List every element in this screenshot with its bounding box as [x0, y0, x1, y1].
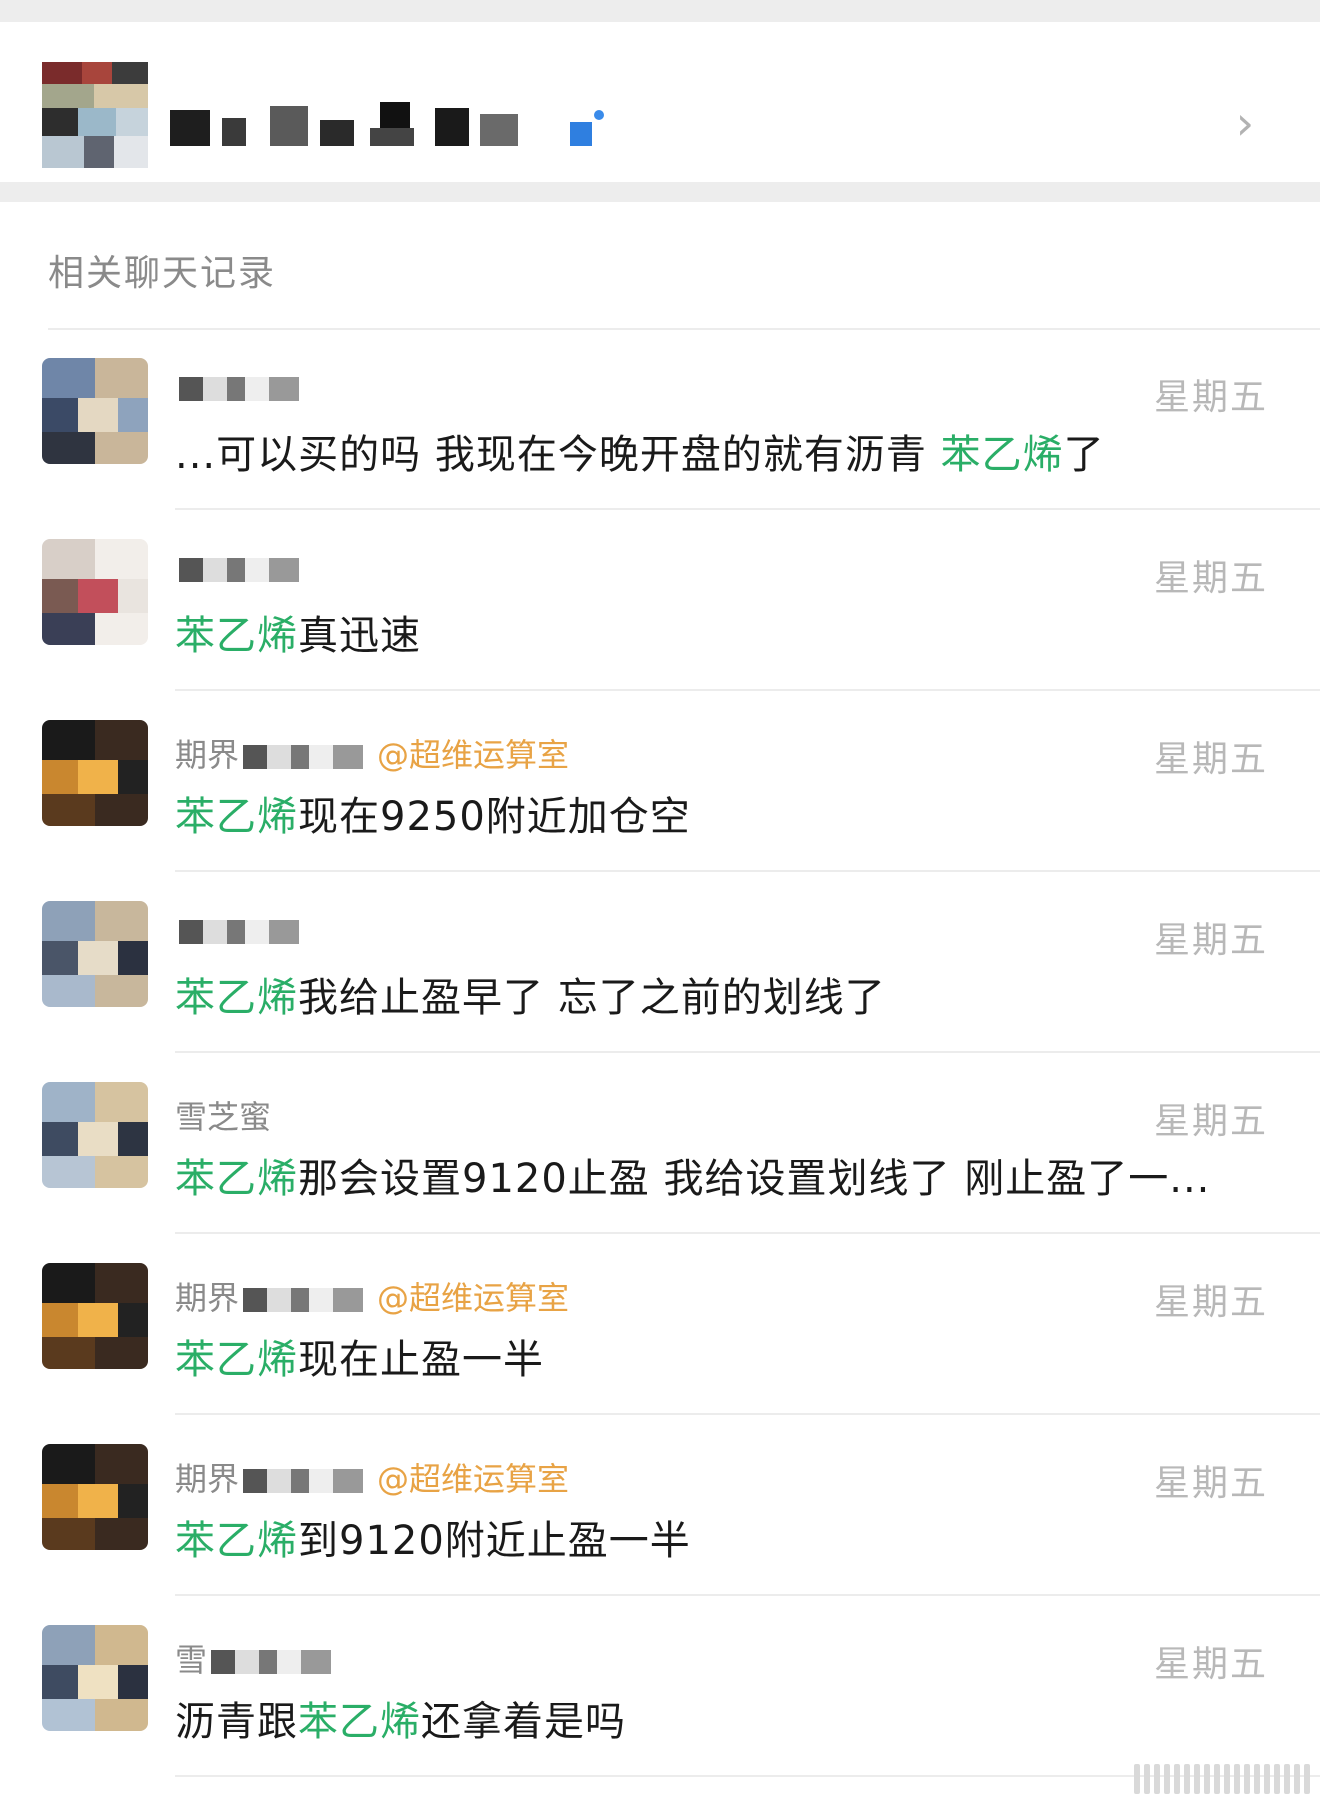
sender-label: 期界 — [175, 1460, 240, 1498]
avatar — [42, 1263, 148, 1369]
avatar — [42, 539, 148, 645]
keyword-highlight: 苯乙烯 — [175, 975, 298, 1021]
sender-name: 雪 — [175, 1635, 332, 1681]
message-suffix: 还拿着是吗 — [421, 1699, 626, 1745]
result-row[interactable]: 星期五苯乙烯我给止盈早了 忘了之前的划线了 — [0, 873, 1320, 1053]
chat-header-card[interactable]: › — [0, 22, 1320, 182]
result-row[interactable]: 星期五 ...可以买的吗 我现在今晚开盘的就有沥青 苯乙烯了 — [0, 330, 1320, 510]
divider — [175, 870, 1320, 872]
message-suffix: 了 — [1063, 432, 1105, 478]
sender-label: 雪 — [175, 1641, 208, 1679]
redacted-name-blocks — [179, 377, 299, 401]
message-suffix: 现在止盈一半 — [298, 1337, 544, 1383]
message-prefix: ...可以买的吗 我现在今晚开盘的就有沥青 — [175, 432, 941, 478]
sender-label: 期界 — [175, 1279, 240, 1317]
mention-tag: @超维运算室 — [377, 1279, 570, 1317]
timestamp: 星期五 — [1153, 377, 1268, 418]
divider — [175, 689, 1320, 691]
avatar — [42, 720, 148, 826]
keyword-highlight: 苯乙烯 — [298, 1699, 421, 1745]
avatar — [42, 358, 148, 464]
timestamp: 星期五 — [1153, 1463, 1268, 1504]
divider — [175, 1413, 1320, 1415]
keyword-highlight: 苯乙烯 — [175, 1518, 298, 1564]
redacted-name-blocks — [211, 1650, 332, 1674]
divider — [175, 1232, 1320, 1234]
message-snippet: 苯乙烯真迅速 — [175, 603, 421, 661]
sender-name — [175, 549, 299, 587]
keyword-highlight: 苯乙烯 — [175, 794, 298, 840]
sender-label: 雪芝蜜 — [175, 1098, 272, 1136]
section-title: 相关聊天记录 — [48, 253, 277, 294]
sender-name: 期界 @超维运算室 — [175, 730, 569, 776]
group-name-redacted — [170, 100, 650, 150]
watermark-icon — [1130, 1759, 1310, 1799]
sender-label: 期界 — [175, 736, 240, 774]
message-suffix: 真迅速 — [298, 613, 421, 659]
message-snippet: 苯乙烯现在止盈一半 — [175, 1327, 544, 1385]
redacted-name-blocks — [243, 745, 364, 769]
sender-name — [175, 911, 299, 949]
avatar — [42, 1444, 148, 1550]
message-snippet: ...可以买的吗 我现在今晚开盘的就有沥青 苯乙烯了 — [175, 422, 1105, 480]
sender-name: 期界 @超维运算室 — [175, 1273, 569, 1319]
timestamp: 星期五 — [1153, 920, 1268, 961]
result-row[interactable]: 雪 星期五沥青跟苯乙烯还拿着是吗 — [0, 1597, 1320, 1777]
message-suffix: 我给止盈早了 忘了之前的划线了 — [298, 975, 886, 1021]
timestamp: 星期五 — [1153, 739, 1268, 780]
result-row[interactable]: 星期五苯乙烯真迅速 — [0, 511, 1320, 691]
timestamp: 星期五 — [1153, 1644, 1268, 1685]
redacted-name-blocks — [243, 1469, 364, 1493]
mention-tag: @超维运算室 — [377, 736, 570, 774]
message-suffix: 到9120附近止盈一半 — [298, 1518, 691, 1564]
message-snippet: 苯乙烯到9120附近止盈一半 — [175, 1508, 691, 1566]
avatar — [42, 901, 148, 1007]
sender-name: 雪芝蜜 — [175, 1092, 271, 1138]
group-avatar — [42, 62, 148, 168]
chevron-right-icon[interactable]: › — [1225, 98, 1265, 148]
message-snippet: 苯乙烯我给止盈早了 忘了之前的划线了 — [175, 965, 886, 1023]
mention-tag: @超维运算室 — [377, 1460, 570, 1498]
keyword-highlight: 苯乙烯 — [175, 1156, 298, 1202]
result-row[interactable]: 期界 @超维运算室 星期五苯乙烯现在止盈一半 — [0, 1235, 1320, 1415]
redacted-name-blocks — [243, 1288, 364, 1312]
avatar — [42, 1625, 148, 1731]
top-gap — [0, 0, 1320, 22]
timestamp: 星期五 — [1153, 1101, 1268, 1142]
message-suffix: 现在9250附近加仓空 — [298, 794, 691, 840]
sender-name — [175, 368, 299, 406]
message-snippet: 苯乙烯那会设置9120止盈 我给设置划线了 刚止盈了一... — [175, 1146, 1210, 1204]
message-snippet: 苯乙烯现在9250附近加仓空 — [175, 784, 691, 842]
result-row[interactable]: 雪芝蜜 星期五 苯乙烯那会设置9120止盈 我给设置划线了 刚止盈了一... — [0, 1054, 1320, 1234]
section-separator — [0, 182, 1320, 202]
result-row[interactable]: 期界 @超维运算室 星期五苯乙烯到9120附近止盈一半 — [0, 1416, 1320, 1596]
redacted-name-blocks — [179, 558, 299, 582]
divider — [175, 1594, 1320, 1596]
message-suffix: 那会设置9120止盈 我给设置划线了 刚止盈了一... — [298, 1156, 1211, 1202]
divider — [175, 1051, 1320, 1053]
timestamp: 星期五 — [1153, 558, 1268, 599]
keyword-highlight: 苯乙烯 — [175, 1337, 298, 1383]
keyword-highlight: 苯乙烯 — [175, 613, 298, 659]
keyword-highlight: 苯乙烯 — [940, 432, 1064, 478]
sender-name: 期界 @超维运算室 — [175, 1454, 569, 1500]
message-snippet: 沥青跟苯乙烯还拿着是吗 — [175, 1689, 626, 1747]
avatar — [42, 1082, 148, 1188]
divider — [175, 508, 1320, 510]
result-row[interactable]: 期界 @超维运算室 星期五苯乙烯现在9250附近加仓空 — [0, 692, 1320, 872]
redacted-name-blocks — [179, 920, 299, 944]
timestamp: 星期五 — [1153, 1282, 1268, 1323]
message-prefix: 沥青跟 — [175, 1699, 298, 1745]
